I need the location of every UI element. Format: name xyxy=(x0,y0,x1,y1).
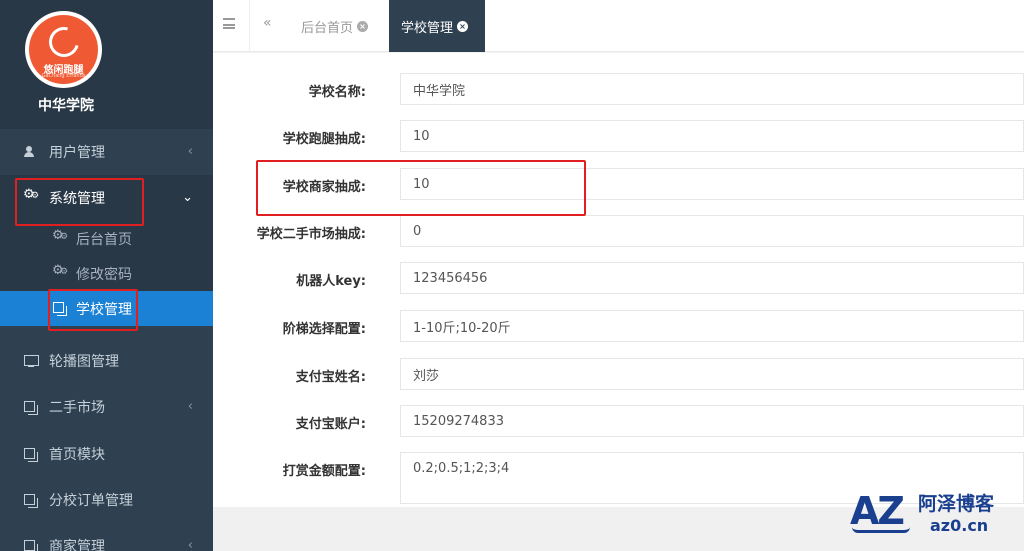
sidebar-subitem-label: 修改密码 xyxy=(76,266,132,283)
robot-key-input[interactable]: 123456456 xyxy=(400,262,1024,294)
sidebar-item-users[interactable]: 用户管理 ‹ xyxy=(0,129,213,175)
gears-icon xyxy=(52,228,68,245)
copy-icon xyxy=(24,401,38,415)
sidebar-item-secondhand[interactable]: 二手市场 ‹ xyxy=(0,384,213,430)
field-label: 支付宝姓名: xyxy=(295,370,366,385)
chevron-left-icon: ‹ xyxy=(187,144,193,159)
form-row-alipay-account: 支付宝账户: 15209274833 xyxy=(213,405,1024,437)
form-row-errand-commission: 学校跑腿抽成: 10 xyxy=(213,120,1024,152)
tab-school-management[interactable]: 学校管理 × xyxy=(389,0,485,52)
field-label: 学校二手市场抽成: xyxy=(256,227,366,242)
watermark-url: az0.cn xyxy=(930,516,989,535)
school-name: 中华学院 xyxy=(38,98,94,114)
field-label: 打赏金额配置: xyxy=(282,464,366,479)
highlight-box-merchant-commission xyxy=(256,160,586,216)
copy-icon xyxy=(24,494,38,508)
tab-label: 学校管理 xyxy=(401,20,454,36)
monitor-icon xyxy=(24,355,39,367)
sidebar-subitem-password[interactable]: 修改密码 xyxy=(0,256,213,291)
user-icon xyxy=(24,146,37,158)
field-label: 学校跑腿抽成: xyxy=(282,132,366,147)
sidebar: 悠闲跑腿 GaChang Errands 中华学院 用户管理 ‹ 系统管理 ⌄ … xyxy=(0,0,213,551)
chevron-down-icon: ⌄ xyxy=(182,190,193,205)
chevron-left-icon: ‹ xyxy=(187,399,193,414)
watermark: AZ 阿泽博客 az0.cn xyxy=(850,489,1020,539)
secondhand-commission-input[interactable]: 0 xyxy=(400,215,1024,247)
top-tab-bar: « 后台首页 × 学校管理 × xyxy=(213,0,1024,52)
school-name-input[interactable]: 中华学院 xyxy=(400,73,1024,105)
form-row-alipay-name: 支付宝姓名: 刘莎 xyxy=(213,358,1024,390)
close-icon[interactable]: × xyxy=(357,20,369,32)
highlight-box-school xyxy=(48,289,138,331)
sidebar-subitem-label: 后台首页 xyxy=(76,231,132,248)
errand-commission-input[interactable]: 10 xyxy=(400,120,1024,152)
sidebar-item-merchants[interactable]: 商家管理 ‹ xyxy=(0,523,213,551)
alipay-name-input[interactable]: 刘莎 xyxy=(400,358,1024,390)
field-label: 支付宝账户: xyxy=(295,417,366,432)
copy-icon xyxy=(24,540,38,551)
school-logo: 悠闲跑腿 GaChang Errands xyxy=(25,11,102,88)
tab-label: 后台首页 xyxy=(301,20,354,36)
field-label: 阶梯选择配置: xyxy=(282,322,366,337)
alipay-account-input[interactable]: 15209274833 xyxy=(400,405,1024,437)
sidebar-subitem-dashboard[interactable]: 后台首页 xyxy=(0,221,213,256)
field-label: 机器人key: xyxy=(296,274,366,289)
copy-icon xyxy=(24,448,38,462)
divider xyxy=(249,0,250,52)
highlight-box-system xyxy=(15,178,144,226)
sidebar-item-label: 用户管理 xyxy=(49,145,105,161)
sidebar-item-label: 商家管理 xyxy=(49,539,105,551)
scroll-left-icon[interactable]: « xyxy=(263,15,272,31)
school-settings-form: 学校名称: 中华学院 学校跑腿抽成: 10 学校商家抽成: 10 学校二手市场抽… xyxy=(213,53,1024,507)
tab-dashboard[interactable]: 后台首页 × xyxy=(289,0,380,52)
form-row-tier-config: 阶梯选择配置: 1-10斤;10-20斤 xyxy=(213,310,1024,342)
field-label: 学校名称: xyxy=(308,85,366,100)
book-icon xyxy=(852,527,910,533)
logo-subtext: GaChang Errands xyxy=(41,73,86,79)
sidebar-item-label: 二手市场 xyxy=(49,400,105,416)
profile-area: 悠闲跑腿 GaChang Errands 中华学院 xyxy=(0,0,213,129)
runner-icon xyxy=(43,21,85,63)
hamburger-icon[interactable] xyxy=(223,18,235,29)
close-icon[interactable]: × xyxy=(457,20,469,32)
form-row-secondhand-commission: 学校二手市场抽成: 0 xyxy=(213,215,1024,247)
sidebar-item-carousel[interactable]: 轮播图管理 xyxy=(0,338,213,384)
form-row-tip-config: 打赏金额配置: 0.2;0.5;1;2;3;4 xyxy=(213,452,1024,504)
sidebar-item-label: 首页模块 xyxy=(49,447,105,463)
watermark-name: 阿泽博客 xyxy=(918,493,995,515)
form-row-school-name: 学校名称: 中华学院 xyxy=(213,73,1024,105)
form-row-robot-key: 机器人key: 123456456 xyxy=(213,262,1024,294)
chevron-left-icon: ‹ xyxy=(187,538,193,551)
sidebar-item-label: 轮播图管理 xyxy=(49,354,119,370)
sidebar-item-label: 分校订单管理 xyxy=(49,493,133,509)
gears-icon xyxy=(52,263,68,280)
sidebar-item-home-modules[interactable]: 首页模块 xyxy=(0,431,213,477)
tier-config-input[interactable]: 1-10斤;10-20斤 xyxy=(400,310,1024,342)
sidebar-item-branch-orders[interactable]: 分校订单管理 xyxy=(0,477,213,523)
